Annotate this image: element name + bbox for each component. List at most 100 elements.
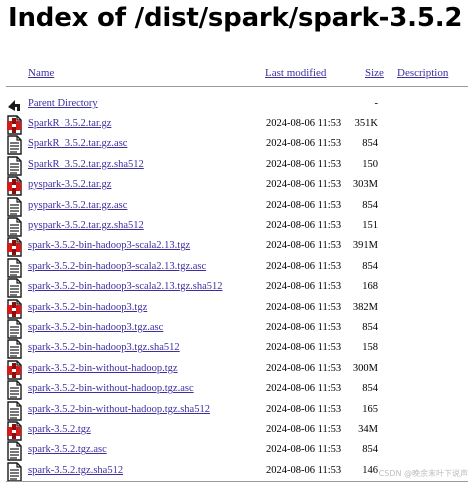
file-link[interactable]: spark-3.5.2.tgz <box>28 424 91 435</box>
file-size: 150 <box>362 158 378 170</box>
file-row: spark-3.5.2-bin-hadoop3-scala2.13.tgz.sh… <box>0 278 474 298</box>
column-header-description[interactable]: Description <box>397 67 448 79</box>
file-link[interactable]: spark-3.5.2.tgz.asc <box>28 444 107 455</box>
watermark: CSDN @晚余末叶下说声 <box>378 469 468 478</box>
text-file-icon <box>7 339 22 360</box>
compressed-file-icon <box>7 237 22 258</box>
file-size: 151 <box>362 220 378 231</box>
file-row: pyspark-3.5.2.tar.gz.sha512 2024-08-06 11… <box>0 217 474 237</box>
file-link[interactable]: spark-3.5.2-bin-without-hadoop.tgz.sha51… <box>28 404 210 415</box>
file-link[interactable]: spark-3.5.2-bin-hadoop3-scala2.13.tgz.as… <box>28 261 206 272</box>
file-last-modified: 2024-08-06 11:53 <box>266 281 342 293</box>
file-row: spark-3.5.2-bin-hadoop3.tgz 2024-08-06 11… <box>0 298 474 319</box>
file-size: 854 <box>362 138 378 150</box>
file-size: 854 <box>362 383 378 395</box>
file-row: spark-3.5.2-bin-without-hadoop.tgz 2024-0… <box>0 360 474 380</box>
file-last-modified: 2024-08-06 11:53 <box>266 138 342 150</box>
file-link[interactable]: spark-3.5.2-bin-without-hadoop.tgz.asc <box>28 383 194 394</box>
file-link[interactable]: spark-3.5.2-bin-hadoop3.tgz.asc <box>28 322 163 333</box>
file-link[interactable]: pyspark-3.5.2.tar.gz.asc <box>28 200 127 211</box>
file-size: 168 <box>362 281 378 293</box>
file-last-modified: 2024-08-06 11:53 <box>266 301 342 313</box>
file-last-modified: 2024-08-06 11:53 <box>266 383 342 395</box>
file-link[interactable]: spark-3.5.2-bin-hadoop3-scala2.13.tgz.sh… <box>28 281 223 292</box>
column-header-last-modified[interactable]: Last modified <box>265 67 326 79</box>
file-row: spark-3.5.2.tgz.asc 2024-08-06 11:53 854 <box>0 441 474 462</box>
file-link[interactable]: pyspark-3.5.2.tar.gz.sha512 <box>28 220 144 231</box>
file-last-modified: 2024-08-06 11:53 <box>266 158 342 170</box>
file-size: 146 <box>362 464 378 476</box>
file-last-modified: 2024-08-06 11:53 <box>266 403 342 415</box>
header-separator <box>6 86 468 87</box>
file-last-modified: 2024-08-06 11:53 <box>266 260 342 272</box>
file-link[interactable]: spark-3.5.2.tgz.sha512 <box>28 465 123 476</box>
file-size: 854 <box>362 322 378 333</box>
file-size: 854 <box>362 199 378 211</box>
text-file-icon <box>7 135 22 156</box>
file-size: 854 <box>362 444 378 456</box>
compressed-file-icon <box>7 421 22 441</box>
parent-directory-size: - <box>374 98 379 109</box>
file-link[interactable]: pyspark-3.5.2.tar.gz <box>28 179 111 190</box>
file-size: 34M <box>358 424 378 435</box>
text-file-icon <box>7 196 22 217</box>
file-last-modified: 2024-08-06 11:53 <box>266 199 342 211</box>
file-last-modified: 2024-08-06 11:53 <box>266 220 342 231</box>
file-last-modified: 2024-08-06 11:53 <box>266 322 342 333</box>
file-link[interactable]: SparkR_3.5.2.tar.gz.sha512 <box>28 159 144 170</box>
file-link[interactable]: SparkR_3.5.2.tar.gz.asc <box>28 138 127 149</box>
file-size: 382M <box>352 301 378 313</box>
file-row: SparkR_3.5.2.tar.gz.sha512 2024-08-06 11:… <box>0 156 474 176</box>
file-last-modified: 2024-08-06 11:53 <box>266 118 342 129</box>
file-last-modified: 2024-08-06 11:53 <box>266 424 342 435</box>
file-row: spark-3.5.2-bin-hadoop3.tgz.sha512 2024-0… <box>0 339 474 360</box>
page-title: Index of /dist/spark/spark-3.5.2 <box>8 3 463 33</box>
file-row: spark-3.5.2-bin-hadoop3-scala2.13.tgz.as… <box>0 258 474 278</box>
column-header-size[interactable]: Size <box>365 67 384 79</box>
parent-directory-link[interactable]: Parent Directory <box>28 98 98 109</box>
compressed-file-icon <box>7 176 22 196</box>
file-last-modified: 2024-08-06 11:53 <box>266 240 342 252</box>
file-last-modified: 2024-08-06 11:53 <box>266 362 342 374</box>
file-last-modified: 2024-08-06 11:53 <box>266 342 342 354</box>
text-file-icon <box>7 380 22 400</box>
file-link[interactable]: SparkR_3.5.2.tar.gz <box>28 118 111 129</box>
file-row: SparkR_3.5.2.tar.gz.asc 2024-08-06 11:53 8… <box>0 135 474 156</box>
text-file-icon <box>7 462 22 482</box>
file-link[interactable]: spark-3.5.2-bin-without-hadoop.tgz <box>28 363 178 374</box>
file-row: spark-3.5.2.tgz 2024-08-06 11:53 34M <box>0 421 474 441</box>
file-size: 854 <box>362 260 378 272</box>
compressed-file-icon <box>7 298 22 319</box>
file-size: 158 <box>362 342 378 354</box>
file-size: 303M <box>352 179 378 191</box>
file-row: pyspark-3.5.2.tar.gz 2024-08-06 11:53 303M <box>0 176 474 196</box>
text-file-icon <box>7 319 22 339</box>
file-size: 391M <box>352 240 378 252</box>
file-last-modified: 2024-08-06 11:53 <box>266 179 342 191</box>
file-link[interactable]: spark-3.5.2-bin-hadoop3.tgz <box>28 302 147 313</box>
text-file-icon <box>7 217 22 237</box>
file-size: 300M <box>352 362 378 374</box>
text-file-icon <box>7 278 22 298</box>
file-row: pyspark-3.5.2.tar.gz.asc 2024-08-06 11:53… <box>0 196 474 217</box>
file-size: 351K <box>354 118 378 129</box>
file-row: SparkR_3.5.2.tar.gz 2024-08-06 11:53 351K <box>0 115 474 135</box>
text-file-icon <box>7 258 22 278</box>
footer-separator <box>6 481 468 482</box>
file-size: 165 <box>362 403 378 415</box>
parent-directory-row: Parent Directory - <box>0 95 474 115</box>
column-header-name[interactable]: Name <box>28 67 54 79</box>
compressed-file-icon <box>7 115 22 135</box>
text-file-icon <box>7 156 22 176</box>
text-file-icon <box>7 441 22 462</box>
file-last-modified: 2024-08-06 11:53 <box>266 464 342 476</box>
file-row: spark-3.5.2-bin-hadoop3-scala2.13.tgz 202… <box>0 237 474 258</box>
text-file-icon <box>7 400 22 421</box>
back-arrow-icon <box>8 100 20 111</box>
file-link[interactable]: spark-3.5.2-bin-hadoop3.tgz.sha512 <box>28 342 180 353</box>
file-row: spark-3.5.2-bin-without-hadoop.tgz.asc 20… <box>0 380 474 400</box>
compressed-file-icon <box>7 360 22 380</box>
file-row: spark-3.5.2-bin-without-hadoop.tgz.sha51… <box>0 400 474 421</box>
file-last-modified: 2024-08-06 11:53 <box>266 444 342 456</box>
file-link[interactable]: spark-3.5.2-bin-hadoop3-scala2.13.tgz <box>28 240 190 251</box>
